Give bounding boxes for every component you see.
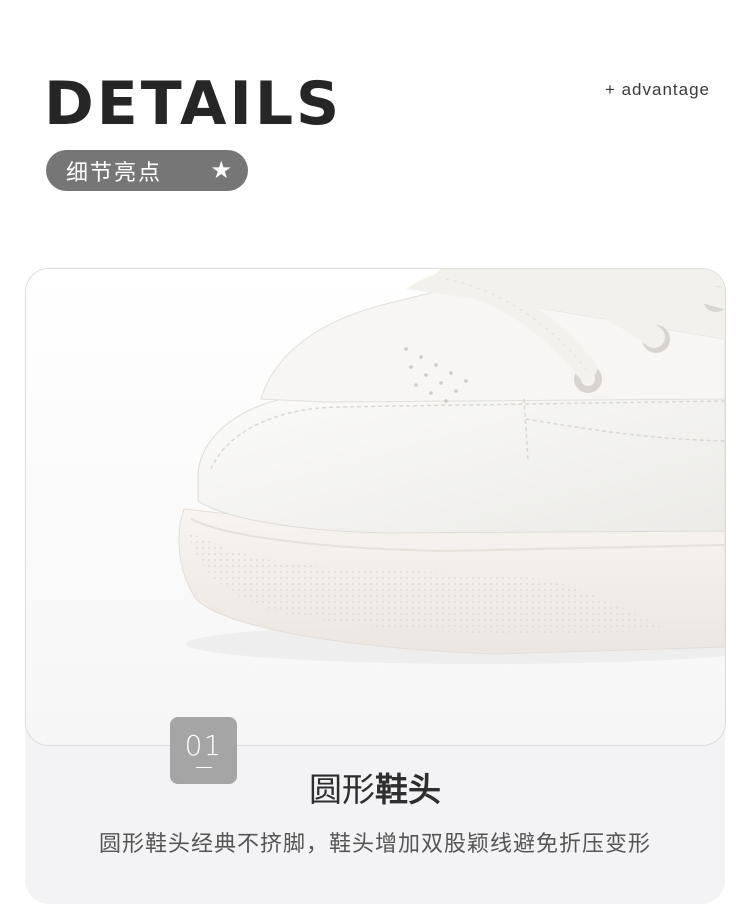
detail-highlight-tag: 细节亮点 ★	[46, 150, 248, 191]
shoe-illustration	[26, 269, 725, 745]
badge-underline	[195, 767, 212, 768]
star-icon: ★	[210, 156, 232, 184]
product-photo	[25, 268, 726, 746]
feature-title: 圆形鞋头	[0, 770, 750, 810]
detail-highlight-label: 细节亮点	[66, 160, 163, 186]
feature-number: 01	[184, 729, 223, 762]
feature-title-light: 圆形	[309, 770, 375, 809]
advantage-label: + advantage	[604, 80, 710, 99]
page-title: DETAILS	[44, 69, 343, 139]
feature-title-bold: 鞋头	[375, 770, 441, 809]
feature-description: 圆形鞋头经典不挤脚，鞋头增加双股颖线避免折压变形	[98, 832, 651, 857]
